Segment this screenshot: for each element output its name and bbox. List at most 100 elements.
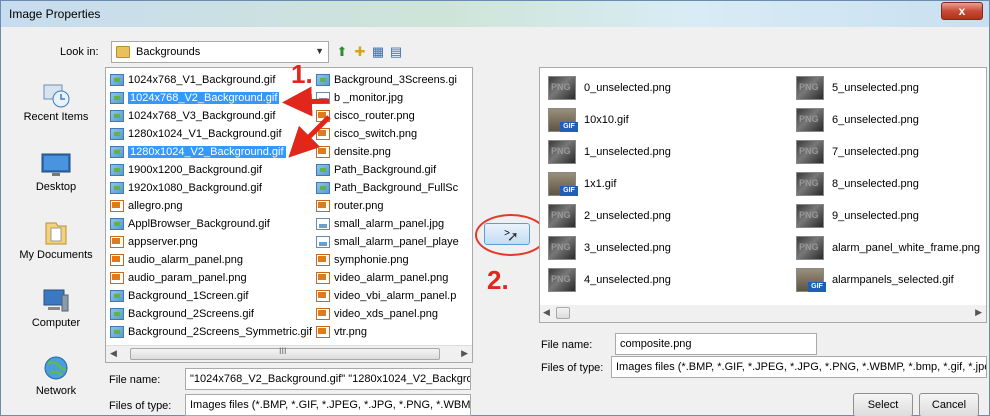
scroll-right-icon[interactable]: ▶ — [975, 307, 982, 318]
up-folder-icon[interactable]: ⬆ — [333, 43, 351, 61]
file-list-item[interactable]: b _monitor.jpg — [314, 90, 459, 108]
file-name: alarmpanels_selected.gif — [832, 274, 954, 286]
file-list-item[interactable]: 1280x1024_V1_Background.gif — [108, 126, 312, 144]
gif-file-icon — [110, 182, 124, 194]
place-recent-items[interactable]: Recent Items — [15, 75, 97, 139]
close-button[interactable]: x — [941, 2, 983, 20]
file-list-item[interactable]: Background_2Screens.gif — [108, 306, 312, 324]
right-filename-label: File name: — [541, 339, 593, 351]
file-name: router.png — [334, 200, 384, 212]
file-name: 1900x1200_Background.gif — [128, 164, 262, 176]
details-view-icon[interactable]: ▤ — [387, 43, 405, 61]
file-list-item[interactable]: video_vbi_alarm_panel.p — [314, 288, 459, 306]
gif-file-icon — [110, 92, 124, 104]
horizontal-scrollbar[interactable]: ◀ III ▶ — [106, 345, 472, 362]
png-file-icon — [316, 254, 330, 266]
my-documents-icon — [45, 222, 67, 245]
file-list-item[interactable]: 1920x1080_Background.gif — [108, 180, 312, 198]
file-list-item[interactable]: small_alarm_panel.jpg — [314, 216, 459, 234]
image-thumbnail-icon — [796, 108, 824, 132]
file-type-select[interactable]: Images files (*.BMP, *.GIF, *.JPEG, *.JP… — [185, 394, 471, 416]
file-list-item[interactable]: 1900x1200_Background.gif — [108, 162, 312, 180]
look-in-label: Look in: — [60, 46, 99, 58]
file-list-item[interactable]: 1024x768_V3_Background.gif — [108, 108, 312, 126]
file-name: ApplBrowser_Background.gif — [128, 218, 270, 230]
gif-file-icon — [316, 74, 330, 86]
gif-file-icon — [110, 110, 124, 122]
right-horizontal-scrollbar[interactable]: ◀ ▶ — [540, 305, 986, 322]
step-1-label: 1. — [291, 59, 313, 89]
place-my-documents[interactable]: My Documents — [15, 213, 97, 277]
file-name: small_alarm_panel_playe — [334, 236, 459, 248]
mouse-cursor-icon: ➚ — [507, 228, 519, 244]
file-list-item[interactable]: video_alarm_panel.png — [314, 270, 459, 288]
file-list-item[interactable]: 1280x1024_V2_Background.gif — [108, 144, 312, 162]
scroll-right-icon[interactable]: ▶ — [461, 348, 468, 359]
file-name: symphonie.png — [334, 254, 409, 266]
place-network[interactable]: Network — [15, 349, 97, 413]
image-thumbnail-icon — [796, 204, 824, 228]
file-name: video_vbi_alarm_panel.p — [334, 290, 457, 302]
file-list-item[interactable]: Background_3Screens.gi — [314, 72, 459, 90]
cancel-button[interactable]: Cancel — [919, 393, 979, 416]
scrollbar-thumb[interactable]: III — [130, 346, 440, 360]
file-name: alarm_panel_white_frame.png — [832, 242, 980, 254]
file-name: 6_unselected.png — [832, 114, 919, 126]
file-list-item[interactable]: cisco_router.png — [314, 108, 459, 126]
selected-file-list[interactable]: 0_unselected.png GIF 10x10.gif 1_unselected… — [539, 67, 987, 323]
place-computer[interactable]: Computer — [15, 281, 97, 345]
scroll-left-icon[interactable]: ◀ — [543, 307, 550, 318]
list-view-icon[interactable]: ▦ — [369, 43, 387, 61]
file-name: video_alarm_panel.png — [334, 272, 449, 284]
file-list-item[interactable]: video_xds_panel.png — [314, 306, 459, 324]
png-file-icon — [316, 110, 330, 122]
scrollbar-grip: III — [279, 346, 287, 356]
file-name: Background_2Screens.gif — [128, 308, 254, 320]
file-list-item[interactable]: symphonie.png — [314, 252, 459, 270]
right-file-type-select[interactable]: Images files (*.BMP, *.GIF, *.JPEG, *.JP… — [611, 356, 987, 378]
title-bar[interactable]: Image Properties x — [1, 1, 989, 27]
source-file-list[interactable]: 1024x768_V1_Background.gif 1024x768_V2_Ba… — [105, 67, 473, 363]
gif-file-icon — [110, 164, 124, 176]
file-list-item[interactable]: 1024x768_V1_Background.gif — [108, 72, 312, 90]
file-list-item[interactable]: 1024x768_V2_Background.gif — [108, 90, 312, 108]
file-list-item[interactable]: appserver.png — [108, 234, 312, 252]
image-thumbnail-icon — [548, 140, 576, 164]
file-list-item[interactable]: allegro.png — [108, 198, 312, 216]
right-filename-input[interactable]: composite.png — [615, 333, 817, 355]
file-list-item[interactable]: vtr.png — [314, 324, 459, 342]
png-file-icon — [316, 308, 330, 320]
file-list-item[interactable]: Background_1Screen.gif — [108, 288, 312, 306]
file-list-item[interactable]: audio_param_panel.png — [108, 270, 312, 288]
png-file-icon — [316, 326, 330, 338]
place-label: My Documents — [19, 249, 93, 261]
file-list-item[interactable]: Background_2Screens_Symmetric.gif — [108, 324, 312, 342]
filename-input[interactable]: "1024x768_V2_Background.gif" "1280x1024_… — [185, 368, 471, 390]
file-name: b _monitor.jpg — [334, 92, 404, 104]
file-list-item[interactable]: cisco_switch.png — [314, 126, 459, 144]
place-desktop[interactable]: Desktop — [15, 145, 97, 209]
file-name: 4_unselected.png — [584, 274, 671, 286]
select-button[interactable]: Select — [853, 393, 913, 416]
scrollbar-thumb[interactable] — [556, 307, 570, 319]
gif-file-icon — [316, 164, 330, 176]
png-file-icon — [316, 146, 330, 158]
place-label: Desktop — [35, 181, 77, 193]
file-name: 2_unselected.png — [584, 210, 671, 222]
file-list-item[interactable]: Path_Background.gif — [314, 162, 459, 180]
file-type-label: Files of type: — [109, 400, 172, 412]
place-label: Computer — [31, 317, 81, 329]
scroll-left-icon[interactable]: ◀ — [110, 348, 117, 359]
file-name: densite.png — [334, 146, 391, 158]
gif-file-icon — [110, 290, 124, 302]
new-folder-icon[interactable]: ✚ — [351, 43, 369, 61]
file-list-item[interactable]: densite.png — [314, 144, 459, 162]
file-list-item[interactable]: Path_Background_FullSc — [314, 180, 459, 198]
file-list-item[interactable]: ApplBrowser_Background.gif — [108, 216, 312, 234]
chevron-down-icon[interactable]: ▼ — [315, 46, 324, 56]
file-list-item[interactable]: small_alarm_panel_playe — [314, 234, 459, 252]
file-list-item[interactable]: router.png — [314, 198, 459, 216]
gif-badge: GIF — [560, 186, 578, 196]
file-list-item[interactable]: audio_alarm_panel.png — [108, 252, 312, 270]
png-file-icon — [110, 254, 124, 266]
